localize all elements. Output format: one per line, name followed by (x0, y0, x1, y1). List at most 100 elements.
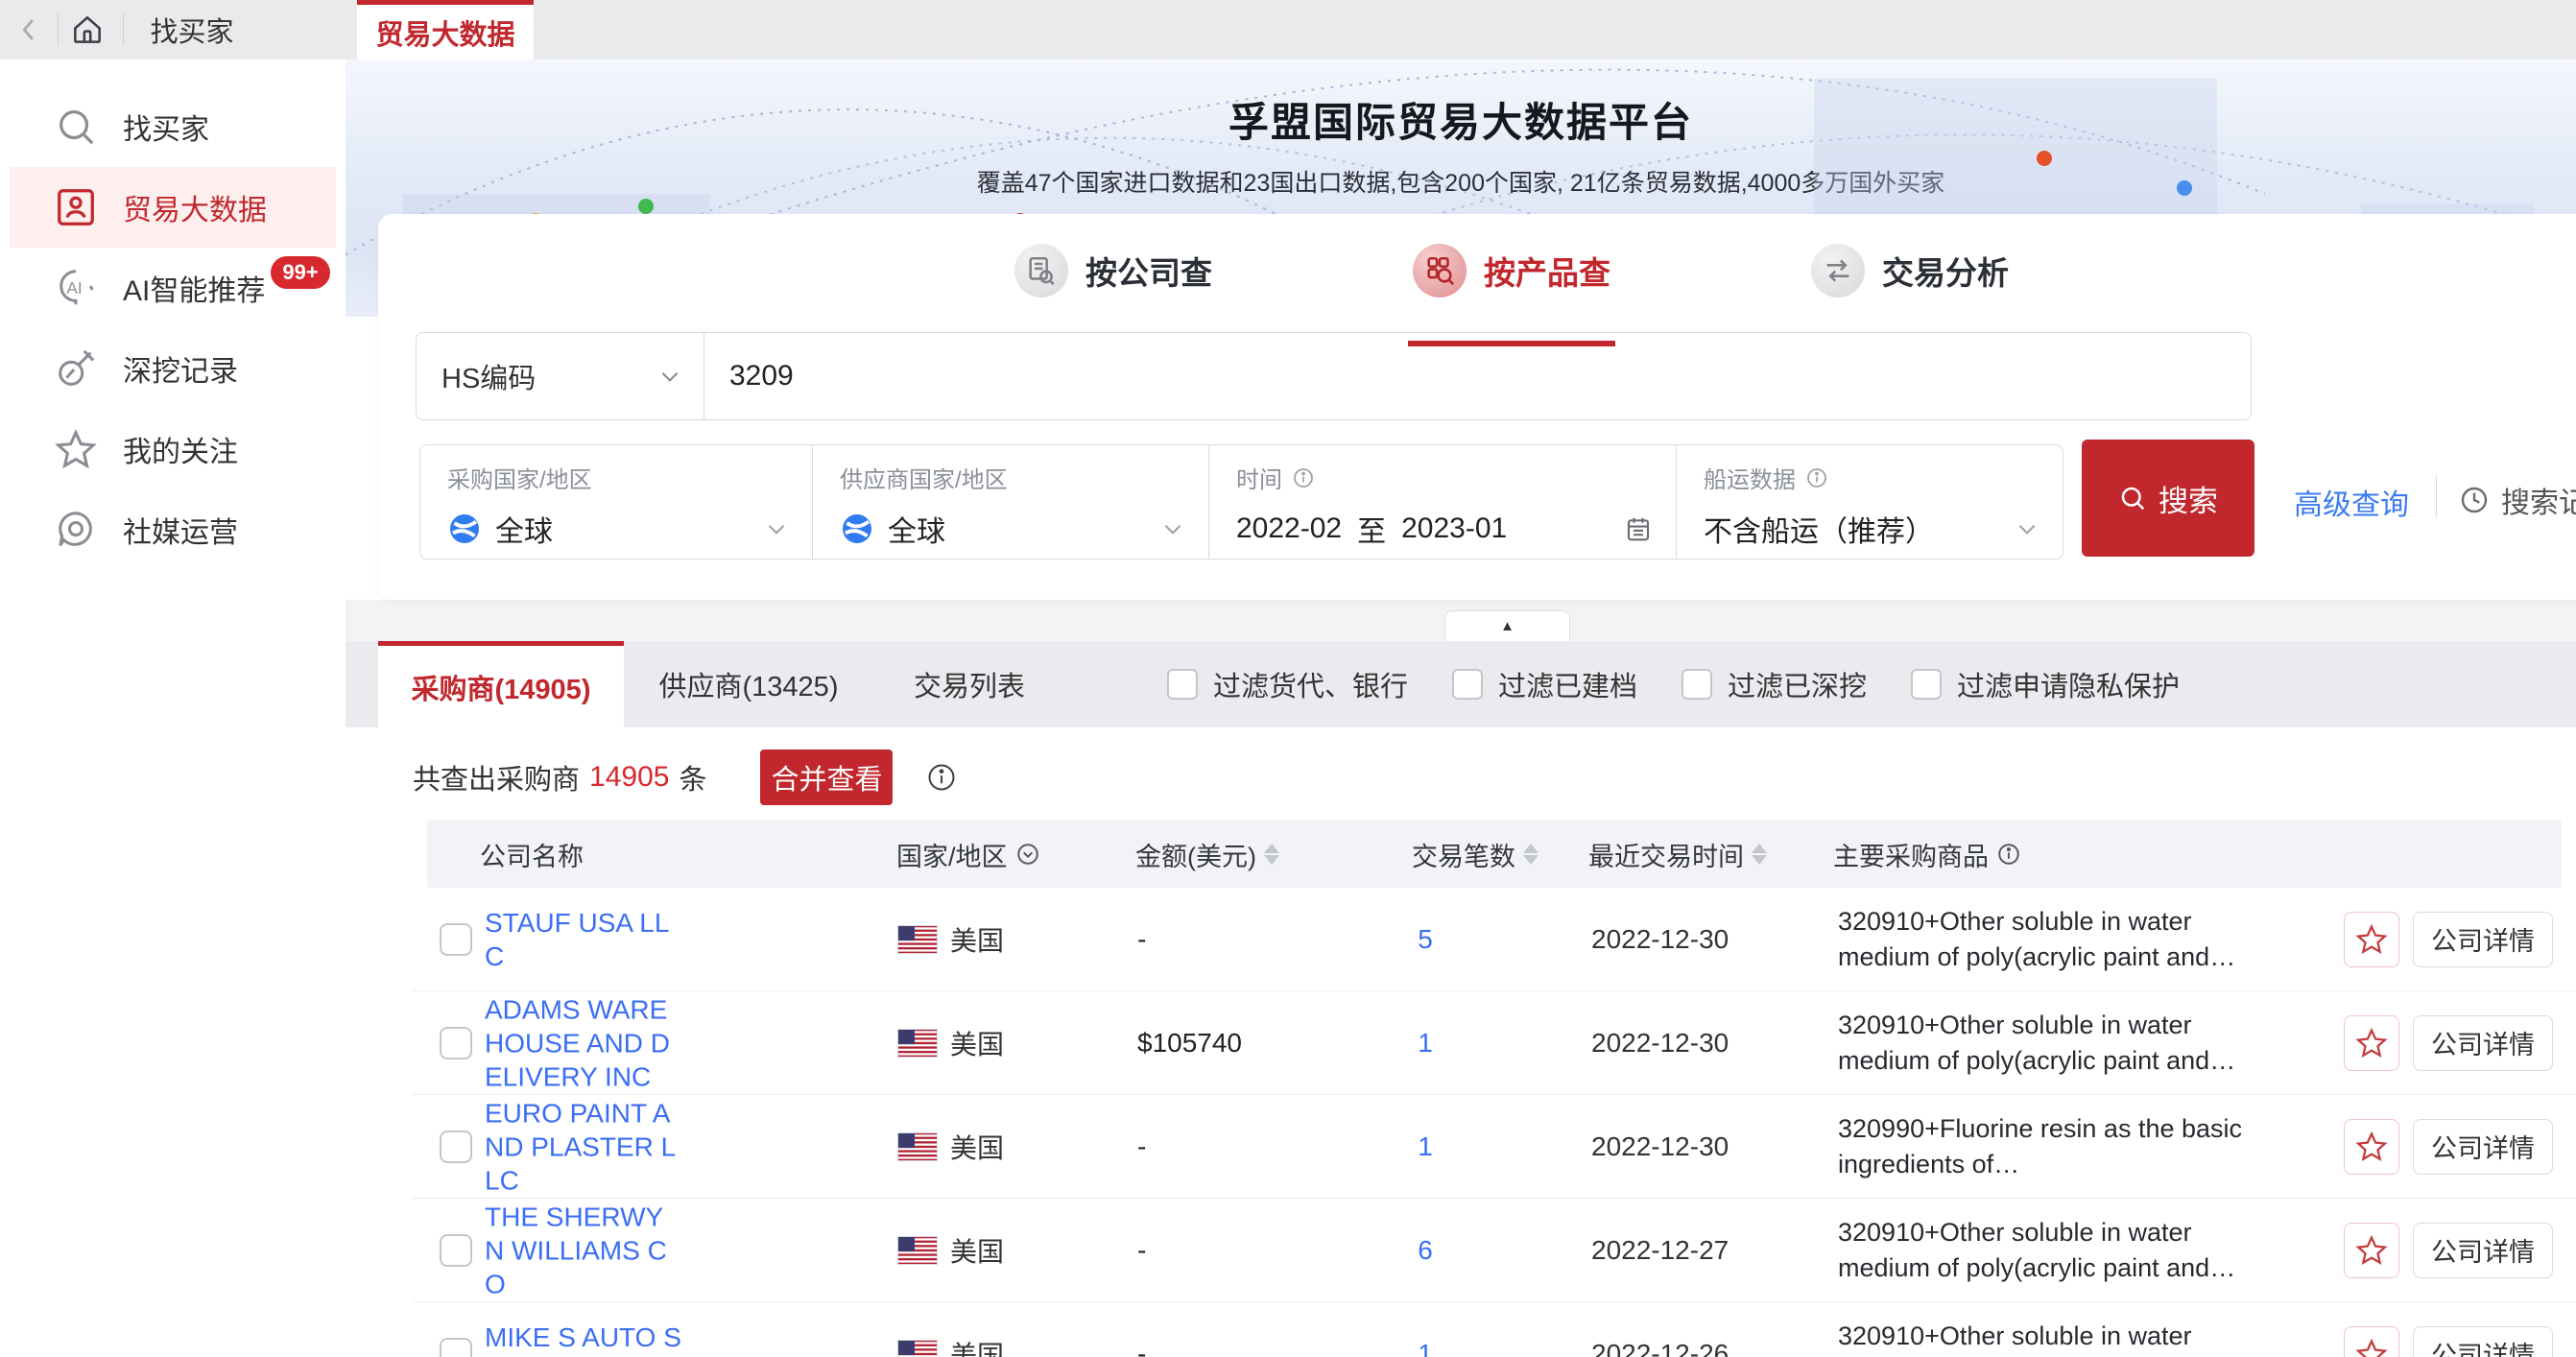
company-detail-button[interactable]: 公司详情 (2413, 1015, 2553, 1071)
chevron-down-icon (657, 364, 682, 389)
mode-label: 按公司查 (1085, 248, 1212, 294)
checkbox-label: 过滤货代、银行 (1213, 664, 1408, 704)
results-summary-row: 共查出采购商 14905 条 合并查看 (413, 744, 956, 811)
favorite-star-button[interactable] (2344, 1119, 2399, 1175)
checkbox-label: 过滤已深挖 (1728, 664, 1867, 704)
company-link[interactable]: ADAMS WAREHOUSE AND DELIVERY INC (485, 992, 681, 1093)
favorite-star-button[interactable] (2344, 1326, 2399, 1357)
company-link[interactable]: THE SHERWYN WILLIAMS CO (485, 1200, 681, 1300)
checkbox-filter-archived[interactable] (1452, 669, 1483, 700)
transaction-count-link[interactable]: 5 (1392, 924, 1459, 955)
sidebar-item-label: 社媒运营 (123, 509, 238, 551)
us-flag-icon (897, 1340, 938, 1357)
star-icon (2355, 923, 2388, 956)
star-icon (2355, 1027, 2388, 1059)
collapse-panel-button[interactable]: ▲ (1444, 610, 1570, 641)
checkbox-filter-dug[interactable] (1682, 669, 1712, 700)
globe-icon (447, 512, 482, 546)
company-link[interactable]: EURO PAINT AND PLASTER LLC (485, 1096, 681, 1197)
search-type-select[interactable]: HS编码 (417, 333, 704, 419)
star-icon (2355, 1234, 2388, 1267)
transaction-count-link[interactable]: 1 (1392, 1028, 1459, 1059)
search-query-input[interactable]: 3209 (704, 333, 2251, 419)
tab-transactions-list[interactable]: 交易列表 (883, 641, 1056, 727)
filter-label: 时间 (1236, 461, 1282, 494)
transaction-count-link[interactable]: 1 (1392, 1339, 1459, 1357)
transaction-count-link[interactable]: 6 (1392, 1235, 1459, 1266)
favorite-star-button[interactable] (2344, 1223, 2399, 1278)
advanced-search-link[interactable]: 高级查询 (2294, 481, 2409, 523)
sidebar-item-ai-recommend[interactable]: AI AI智能推荐 99+ (0, 248, 346, 328)
dig-icon (54, 346, 98, 391)
amount-value: - (1137, 1131, 1146, 1162)
header-last-trade-date[interactable]: 最近交易时间 (1588, 821, 1767, 888)
row-checkbox[interactable] (440, 1131, 472, 1163)
sort-icons[interactable] (1752, 844, 1767, 865)
tab-trade-analysis[interactable]: 交易分析 (1752, 235, 2068, 306)
checkbox-filter-privacy[interactable] (1911, 669, 1942, 700)
favorite-star-button[interactable] (2344, 912, 2399, 967)
sidebar-item-find-buyer[interactable]: 找买家 (0, 86, 346, 167)
sort-icons[interactable] (1264, 844, 1279, 865)
info-icon[interactable] (1996, 842, 2021, 867)
buyer-country-select[interactable]: 采购国家/地区 全球 (419, 444, 813, 559)
checkbox-filter-forwarders[interactable] (1167, 669, 1198, 700)
shipping-data-select[interactable]: 船运数据 不含船运（推荐） (1676, 444, 2063, 559)
supplier-country-select[interactable]: 供应商国家/地区 全球 (812, 444, 1209, 559)
tab-suppliers[interactable]: 供应商(13425) (624, 641, 873, 727)
chevron-down-icon (764, 516, 789, 541)
header-transaction-count[interactable]: 交易笔数 (1412, 821, 1538, 888)
sidebar-item-social-media[interactable]: 社媒运营 (0, 489, 346, 570)
search-button[interactable]: 搜索 (2082, 440, 2254, 557)
chevron-down-icon (1160, 516, 1185, 541)
date-from: 2022-02 (1236, 512, 1342, 545)
back-chevron-icon[interactable] (13, 13, 46, 46)
last-trade-date: 2022-12-30 (1591, 1131, 1729, 1162)
row-checkbox[interactable] (440, 1338, 472, 1357)
sidebar-item-dig-records[interactable]: 深挖记录 (0, 328, 346, 409)
country-label: 美国 (950, 1128, 1004, 1166)
row-checkbox[interactable] (440, 1027, 472, 1059)
app-window: 找买家 贸易大数据 找买家 贸易大数据 AI AI智能推荐 99+ 深挖记录 我… (0, 0, 2576, 1357)
tab-search-by-company[interactable]: 按公司查 (955, 235, 1272, 306)
company-link[interactable]: MIKE S AUTO SUPPLIES (485, 1321, 681, 1357)
search-button-label: 搜索 (2159, 477, 2218, 520)
clock-icon (2459, 485, 2490, 515)
date-range-picker[interactable]: 时间 2022-02 至 2023-01 (1208, 444, 1677, 559)
info-icon[interactable] (927, 763, 956, 792)
company-detail-button[interactable]: 公司详情 (2413, 1326, 2553, 1357)
sidebar-item-my-follows[interactable]: 我的关注 (0, 409, 346, 489)
company-detail-button[interactable]: 公司详情 (2413, 912, 2553, 967)
star-icon (2355, 1131, 2388, 1163)
merge-view-button[interactable]: 合并查看 (760, 750, 893, 805)
home-icon[interactable] (69, 12, 106, 48)
row-checkbox[interactable] (440, 923, 472, 956)
tab-label: 贸易大数据 (375, 12, 514, 53)
favorite-star-button[interactable] (2344, 1015, 2399, 1071)
history-label: 搜索记录 (2501, 479, 2576, 521)
tab-find-buyer[interactable]: 找买家 (106, 0, 278, 60)
info-icon (1292, 466, 1315, 489)
filter-value: 全球 (495, 508, 553, 550)
tab-trade-big-data[interactable]: 贸易大数据 (357, 0, 534, 60)
us-flag-icon (897, 1236, 938, 1265)
checkbox-label: 过滤申请隐私保护 (1957, 664, 2180, 704)
sidebar-item-label: 贸易大数据 (123, 186, 267, 228)
sidebar-item-trade-big-data[interactable]: 贸易大数据 (10, 167, 336, 248)
header-country[interactable]: 国家/地区 (896, 821, 1040, 888)
row-checkbox[interactable] (440, 1234, 472, 1267)
tab-search-by-product[interactable]: 按产品查 (1353, 235, 1670, 306)
company-search-icon (1014, 244, 1068, 298)
company-detail-button[interactable]: 公司详情 (2413, 1223, 2553, 1278)
filter-label: 采购国家/地区 (447, 461, 592, 494)
company-link[interactable]: STAUF USA LLC (485, 906, 681, 973)
tab-label: 找买家 (150, 10, 233, 50)
country-label: 美国 (950, 1024, 1004, 1062)
transaction-count-link[interactable]: 1 (1392, 1131, 1459, 1162)
header-amount-usd[interactable]: 金额(美元) (1135, 821, 1279, 888)
table-header: 公司名称 国家/地区 金额(美元) 交易笔数 最近交易时间 主要采购商品 (427, 821, 2562, 888)
tab-buyers[interactable]: 采购商(14905) (378, 641, 624, 727)
company-detail-button[interactable]: 公司详情 (2413, 1119, 2553, 1175)
search-history-link[interactable]: 搜索记录 (2459, 479, 2576, 521)
sort-icons[interactable] (1523, 844, 1538, 865)
